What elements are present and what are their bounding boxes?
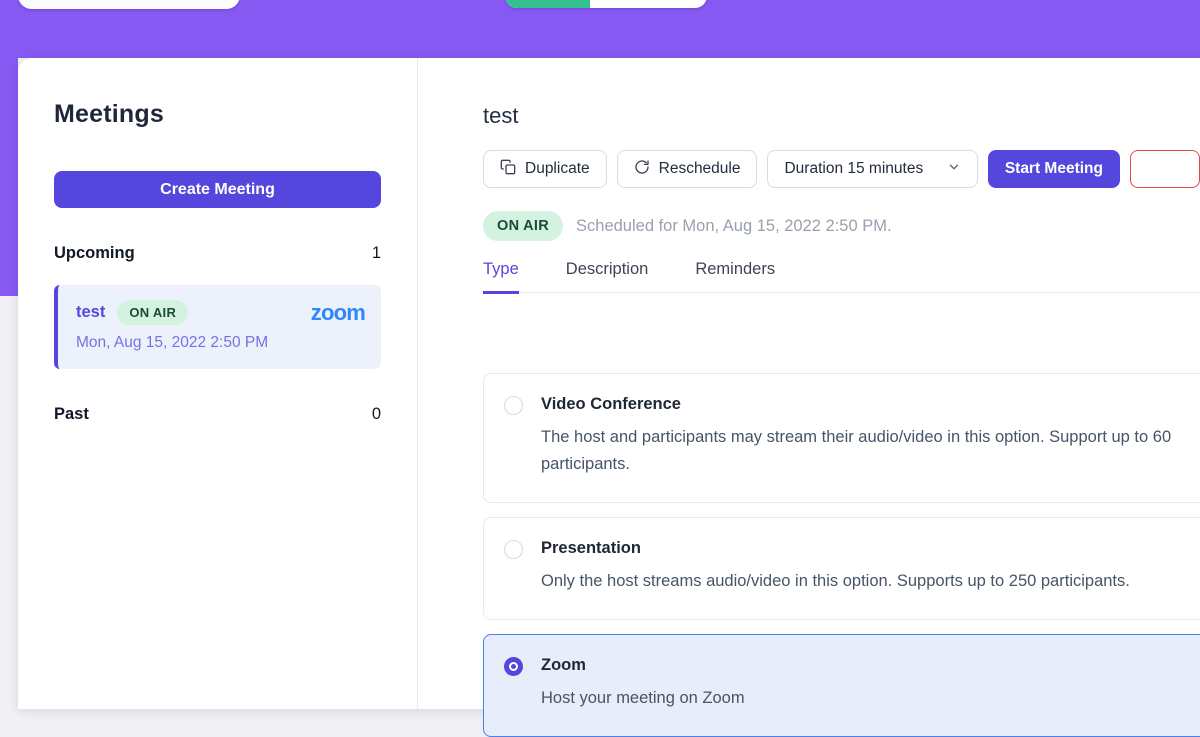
radio-checked-icon[interactable] bbox=[504, 657, 523, 676]
duration-value: Duration 15 minutes bbox=[784, 160, 923, 178]
option-description: Only the host streams audio/video in thi… bbox=[541, 568, 1200, 595]
reschedule-button[interactable]: Reschedule bbox=[617, 150, 758, 188]
option-video-conference[interactable]: Video Conference The host and participan… bbox=[483, 373, 1200, 503]
meeting-detail-panel: test Duplicate Reschedule Duration 15 mi… bbox=[418, 58, 1200, 709]
meeting-datetime: Mon, Aug 15, 2022 2:50 PM bbox=[76, 334, 365, 352]
delete-meeting-button[interactable] bbox=[1130, 150, 1200, 188]
duplicate-button[interactable]: Duplicate bbox=[483, 150, 607, 188]
status-row: ON AIR Scheduled for Mon, Aug 15, 2022 2… bbox=[483, 211, 1200, 241]
create-meeting-button[interactable]: Create Meeting bbox=[54, 171, 381, 208]
past-label: Past bbox=[54, 405, 89, 424]
toolbar: Duplicate Reschedule Duration 15 minutes… bbox=[483, 150, 1200, 188]
past-section-header[interactable]: Past 0 bbox=[54, 405, 381, 424]
header-left-strip bbox=[0, 0, 18, 296]
app-card: Meetings Create Meeting Upcoming 1 test … bbox=[18, 58, 1200, 709]
radio-unchecked-icon[interactable] bbox=[504, 540, 523, 559]
on-air-badge: ON AIR bbox=[117, 300, 188, 325]
meeting-name: test bbox=[76, 303, 105, 322]
zoom-logo: zoom bbox=[311, 302, 365, 324]
tab-type[interactable]: Type bbox=[483, 260, 519, 294]
reschedule-label: Reschedule bbox=[659, 160, 741, 178]
tab-reminders[interactable]: Reminders bbox=[695, 260, 775, 294]
option-zoom[interactable]: Zoom Host your meeting on Zoom bbox=[483, 634, 1200, 737]
option-title: Presentation bbox=[541, 539, 1200, 558]
topbar-progress-fill bbox=[505, 0, 590, 8]
upcoming-label: Upcoming bbox=[54, 244, 135, 263]
past-count: 0 bbox=[372, 405, 381, 424]
option-description: The host and participants may stream the… bbox=[541, 424, 1200, 478]
option-presentation[interactable]: Presentation Only the host streams audio… bbox=[483, 517, 1200, 620]
option-title: Video Conference bbox=[541, 395, 1200, 414]
option-title: Zoom bbox=[541, 656, 1200, 675]
radio-dot bbox=[509, 662, 518, 671]
upcoming-count: 1 bbox=[372, 244, 381, 263]
option-body: Zoom Host your meeting on Zoom bbox=[541, 656, 1200, 712]
meeting-list-item[interactable]: test ON AIR zoom Mon, Aug 15, 2022 2:50 … bbox=[54, 285, 381, 369]
duration-select[interactable]: Duration 15 minutes bbox=[767, 150, 977, 188]
option-body: Video Conference The host and participan… bbox=[541, 395, 1200, 478]
scheduled-text: Scheduled for Mon, Aug 15, 2022 2:50 PM. bbox=[576, 217, 892, 236]
option-body: Presentation Only the host streams audio… bbox=[541, 539, 1200, 595]
start-meeting-button[interactable]: Start Meeting bbox=[988, 150, 1120, 188]
upcoming-section-header[interactable]: Upcoming 1 bbox=[54, 244, 381, 263]
topbar-search-pill[interactable] bbox=[18, 0, 240, 9]
duplicate-label: Duplicate bbox=[525, 160, 590, 178]
page-title: test bbox=[483, 103, 1200, 129]
on-air-badge-main: ON AIR bbox=[483, 211, 563, 241]
meetings-sidebar: Meetings Create Meeting Upcoming 1 test … bbox=[18, 58, 418, 709]
sidebar-title: Meetings bbox=[54, 100, 381, 129]
refresh-icon bbox=[634, 159, 650, 180]
tab-description[interactable]: Description bbox=[566, 260, 649, 294]
radio-unchecked-icon[interactable] bbox=[504, 396, 523, 415]
option-description: Host your meeting on Zoom bbox=[541, 685, 1200, 712]
meeting-item-row: test ON AIR zoom bbox=[76, 300, 365, 325]
copy-icon bbox=[500, 159, 516, 180]
chevron-down-icon bbox=[947, 160, 961, 179]
meeting-type-options: Video Conference The host and participan… bbox=[483, 373, 1200, 737]
detail-tabs: Type Description Reminders bbox=[483, 260, 1200, 293]
topbar-progress-bar bbox=[505, 0, 707, 8]
